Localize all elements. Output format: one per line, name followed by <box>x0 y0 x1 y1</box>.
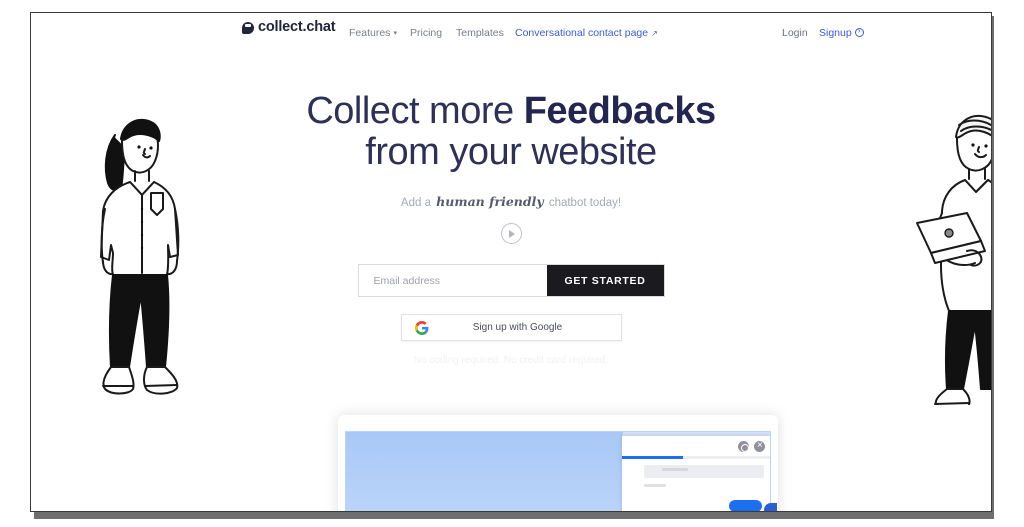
email-input[interactable] <box>358 265 547 296</box>
subtitle-script-text: human friendly <box>436 194 544 209</box>
site-navbar: collect.chat Features ▾ Pricing Templates… <box>31 13 991 53</box>
external-link-icon: ↗ <box>651 29 658 38</box>
google-button-label: Sign up with Google <box>472 322 563 333</box>
play-triangle <box>509 229 515 238</box>
widget-progress-bar <box>622 456 683 459</box>
mockup-viewport <box>345 431 771 511</box>
nav-item-features[interactable]: Features ▾ <box>349 27 397 39</box>
chat-launcher-bubble[interactable] <box>764 503 777 511</box>
product-browser-mockup <box>338 415 778 511</box>
signup-label: Signup <box>819 27 852 39</box>
arrow-circle-icon <box>854 26 864 37</box>
play-circle-icon[interactable] <box>500 223 522 244</box>
nav-features-label: Features <box>349 27 391 39</box>
google-g-icon <box>414 320 429 335</box>
chevron-down-icon: ▾ <box>393 30 397 37</box>
gear-icon[interactable] <box>738 441 749 452</box>
get-started-button[interactable]: GET STARTED <box>546 265 664 296</box>
email-signup-form: GET STARTED <box>357 264 665 297</box>
chat-widget-preview[interactable] <box>622 436 770 511</box>
widget-message-line <box>662 468 688 471</box>
chat-bubble-icon <box>242 22 254 34</box>
nav-item-pricing[interactable]: Pricing <box>410 27 442 39</box>
close-icon[interactable] <box>754 441 765 452</box>
signup-link[interactable]: Signup <box>819 26 864 39</box>
mockup-hero-panel <box>346 432 623 511</box>
subtitle-suffix: chatbot today! <box>545 197 622 209</box>
screenshot-canvas: collect.chat Features ▾ Pricing Templates… <box>0 0 1024 527</box>
widget-message-bubble <box>644 465 764 478</box>
subtitle-prefix: Add a <box>400 197 435 209</box>
nav-item-templates[interactable]: Templates <box>456 27 504 39</box>
headline-light-part: Collect more <box>306 90 524 132</box>
widget-secondary-line <box>644 484 666 487</box>
nav-item-conversational-contact-page[interactable]: Conversational contact page ↗ <box>515 27 658 39</box>
nav-contact-label: Conversational contact page <box>515 27 649 39</box>
widget-send-button[interactable] <box>729 500 762 511</box>
brand-name: collect.chat <box>258 19 336 35</box>
person-standing-illustration <box>75 105 193 410</box>
brand-logo[interactable]: collect.chat <box>242 19 336 35</box>
headline-strong-part: Feedbacks <box>523 90 716 132</box>
person-with-laptop-illustration <box>911 105 991 412</box>
sign-up-with-google-button[interactable]: Sign up with Google <box>400 314 622 341</box>
browser-page: collect.chat Features ▾ Pricing Templates… <box>30 12 992 512</box>
login-link[interactable]: Login <box>782 27 808 39</box>
